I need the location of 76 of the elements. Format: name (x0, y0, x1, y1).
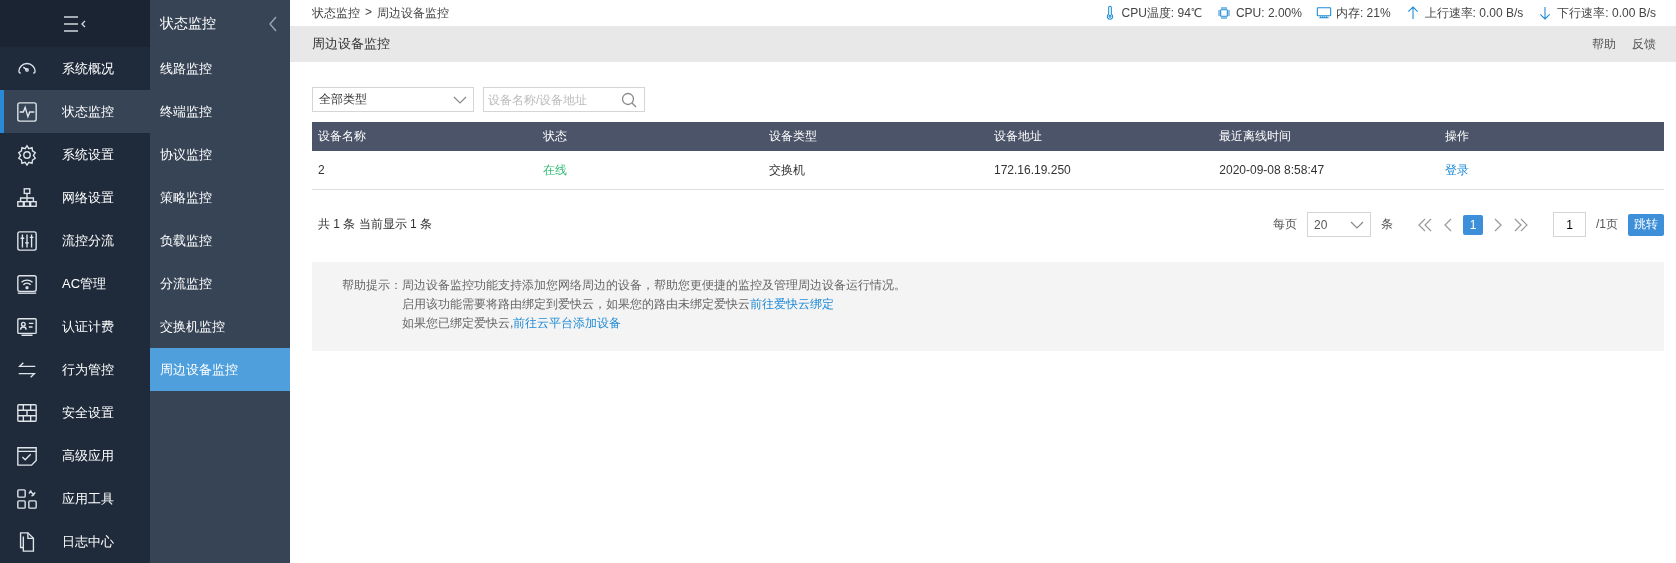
header-link[interactable]: 帮助 (1592, 35, 1616, 53)
type-select[interactable]: 全部类型 (312, 87, 474, 112)
table-cell-text: 2020-09-08 8:58:47 (1218, 163, 1326, 177)
sidebar-item[interactable]: 系统设置 (0, 133, 150, 176)
column-header: 操作 (1443, 128, 1470, 145)
network-icon (16, 186, 38, 209)
gear-icon (16, 143, 38, 166)
sliders-icon (16, 229, 38, 252)
sidebar-item[interactable]: 状态监控 (0, 90, 150, 133)
menu-collapse-icon[interactable] (63, 13, 87, 34)
login-link[interactable]: 登录 (1444, 162, 1469, 177)
sidebar-item[interactable]: 安全设置 (0, 391, 150, 434)
total-pages: /1页 (1596, 216, 1618, 233)
sidebar-item[interactable]: 行为管控 (0, 348, 150, 391)
breadcrumb-item[interactable]: 状态监控 (312, 4, 360, 22)
caret-icon (453, 95, 467, 104)
brick-wall-icon (16, 401, 38, 424)
help-text: 如果您已绑定爱快云, (402, 316, 514, 330)
stat-reading: CPU: 2.00% (1235, 6, 1302, 20)
help-text: 周边设备监控功能支持添加您网络周边的设备，帮助您更便捷的监控及管理周边设备运行情况。 (402, 278, 906, 292)
sidebar-item[interactable]: 认证计费 (0, 305, 150, 348)
chevron-left-icon[interactable] (268, 15, 278, 32)
sidebar-item[interactable]: 应用工具 (0, 477, 150, 520)
help-label: 帮助提示： (342, 277, 402, 294)
help-link[interactable]: 前往爱快云绑定 (750, 297, 834, 311)
stat-reading: 内存: 21% (1335, 4, 1391, 22)
stat-reading: 下行速率: 0.00 B/s (1557, 4, 1656, 22)
table-cell-text: 交换机 (767, 161, 806, 179)
submenu-item[interactable]: 协议监控 (150, 133, 290, 176)
submenu-item[interactable]: 终端监控 (150, 90, 290, 133)
submenu-item[interactable]: 交换机监控 (150, 305, 290, 348)
submenu-item[interactable]: 分流监控 (150, 262, 290, 305)
sidebar-item[interactable]: 系统概况 (0, 47, 150, 90)
sidebar-item[interactable]: 高级应用 (0, 434, 150, 477)
id-card-icon (16, 315, 38, 338)
column-header: 状态 (542, 128, 569, 145)
status-text: 在线 (542, 161, 569, 179)
caret-icon (1350, 220, 1364, 229)
wifi-icon (16, 272, 38, 295)
previous-page-icon[interactable] (1443, 216, 1453, 233)
header-link[interactable]: 反馈 (1632, 35, 1656, 53)
submenu-item[interactable]: 线路监控 (150, 47, 290, 90)
submenu-item[interactable]: 策略监控 (150, 176, 290, 219)
help-link[interactable]: 前往云平台添加设备 (513, 316, 622, 330)
sidebar-item[interactable]: 日志中心 (0, 520, 150, 563)
column-header: 设备名称 (317, 128, 367, 145)
stat-reading: CPU温度: 94℃ (1121, 4, 1202, 22)
page-title: 周边设备监控 (312, 35, 390, 53)
sidebar-item[interactable]: 流控分流 (0, 219, 150, 262)
search-icon (621, 92, 637, 108)
column-header: 设备类型 (767, 128, 818, 145)
pulse-icon (16, 100, 38, 123)
column-header: 设备地址 (993, 128, 1043, 145)
per-page-label: 每页 (1273, 216, 1297, 233)
breadcrumb-item[interactable]: 周边设备监控 (377, 4, 449, 22)
per-page-select[interactable]: 20 (1307, 212, 1371, 237)
table-cell-text: 172.16.19.250 (993, 163, 1072, 177)
per-page-unit: 条 (1381, 216, 1393, 233)
summary-text: 共 1 条 当前显示 1 条 (318, 216, 433, 233)
chip-icon (1215, 4, 1232, 22)
breadcrumb-separator: > (365, 4, 372, 21)
first-page-icon[interactable] (1417, 216, 1433, 233)
table-cell-text: 2 (317, 163, 326, 177)
stat-reading: 上行速率: 0.00 B/s (1424, 4, 1524, 22)
submenu-title: 状态监控 (160, 14, 216, 33)
calendar-check-icon (16, 444, 38, 467)
next-page-icon[interactable] (1493, 216, 1503, 233)
page-input[interactable]: 1 (1553, 212, 1586, 237)
column-header: 最近离线时间 (1218, 128, 1293, 145)
help-text: 启用该功能需要将路由绑定到爱快云，如果您的路由未绑定爱快云 (402, 297, 750, 311)
last-page-icon[interactable] (1513, 216, 1529, 233)
sidebar-item[interactable]: AC管理 (0, 262, 150, 305)
sidebar-item[interactable]: 网络设置 (0, 176, 150, 219)
grid-icon (16, 487, 38, 510)
search-field[interactable]: 设备名称/设备地址 (483, 87, 645, 112)
submenu-item[interactable]: 负载监控 (150, 219, 290, 262)
